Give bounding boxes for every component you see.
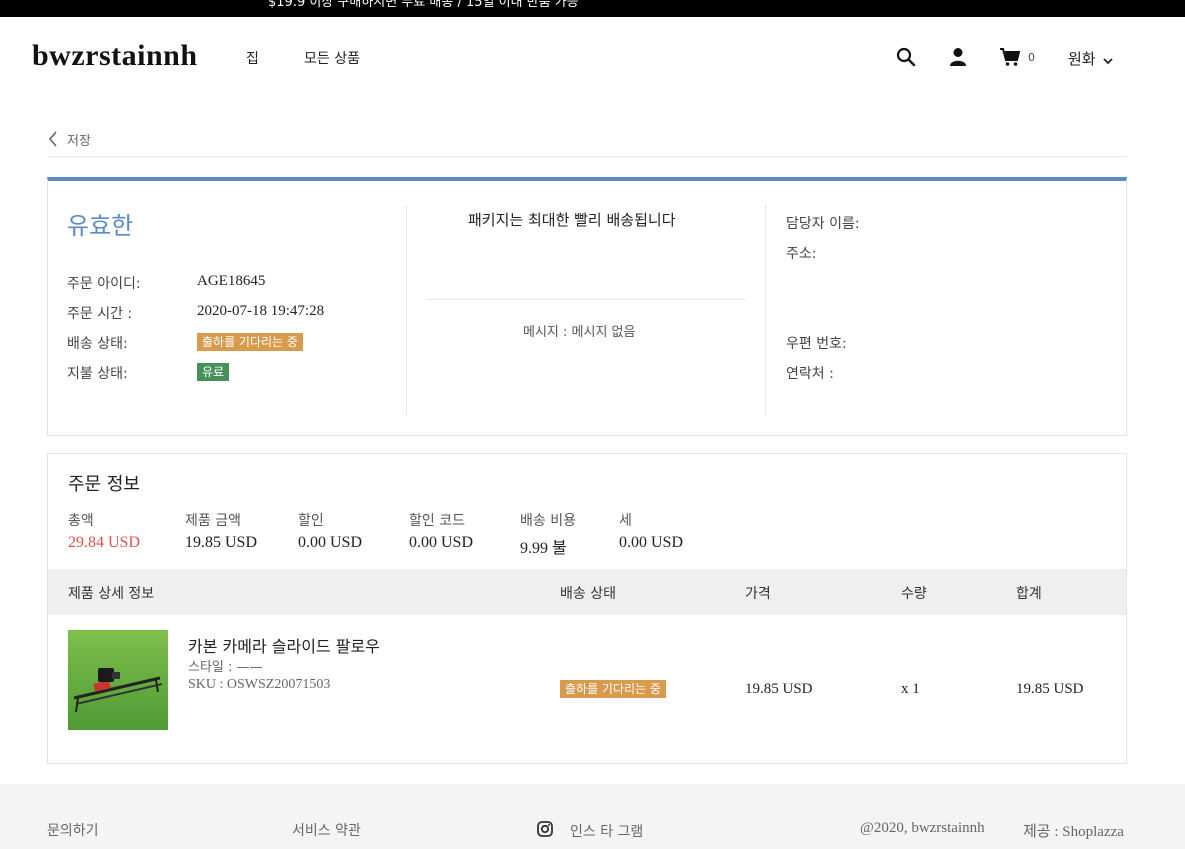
back-link[interactable]: 저장 xyxy=(67,130,91,149)
store-logo[interactable]: bwzrstainnh xyxy=(32,39,198,73)
site-footer: 문의하기 서비스 약관 인스 타 그램 @2020, bwzrstainnh 제… xyxy=(0,784,1185,849)
footer-powered-by[interactable]: 제공 : Shoplazza xyxy=(1023,820,1124,841)
product-thumbnail[interactable] xyxy=(68,630,168,730)
item-price: 19.85 USD xyxy=(745,681,813,697)
order-id-value: AGE18645 xyxy=(197,273,266,289)
summary-label-total: 총액 xyxy=(68,513,94,529)
summary-value-shipping: 9.99 불 xyxy=(520,540,567,557)
order-status-title: 유효한 xyxy=(67,212,134,240)
divider xyxy=(48,156,1127,157)
footer-link-terms[interactable]: 서비스 약관 xyxy=(292,820,361,840)
table-header: 제품 상세 정보 배송 상태 가격 수량 합계 xyxy=(48,569,1126,615)
order-time-value: 2020-07-18 19:47:28 xyxy=(197,303,325,319)
footer-link-instagram[interactable]: 인스 타 그램 xyxy=(570,821,643,841)
payment-status-badge: 유료 xyxy=(197,363,230,381)
chevron-down-icon xyxy=(1103,51,1114,69)
column-divider xyxy=(765,205,766,415)
instagram-icon[interactable] xyxy=(537,821,553,841)
summary-label-tax: 세 xyxy=(619,513,632,529)
announcement-bar: $19.9 이상 구매하시면 무료 배송 / 15일 이내 반품 가능 xyxy=(0,0,1185,17)
nav-item-home[interactable]: 집 xyxy=(246,48,259,68)
order-message: 메시지 : 메시지 없음 xyxy=(523,325,636,340)
footer-copyright: @2020, bwzrstainnh xyxy=(860,820,985,836)
summary-value-discount: 0.00 USD xyxy=(298,534,363,551)
cart-icon[interactable] xyxy=(999,47,1021,71)
item-status-badge: 출하를 기다리는 중 xyxy=(560,680,666,698)
summary-label-product-amount: 제품 금액 xyxy=(185,513,241,529)
cart-count: 0 xyxy=(1028,51,1035,64)
column-header-price: 가격 xyxy=(745,586,771,602)
column-header-status: 배송 상태 xyxy=(560,586,616,602)
product-sku: SKU : OSWSZ20071503 xyxy=(188,677,331,692)
account-icon[interactable] xyxy=(949,47,967,71)
site-header: bwzrstainnh 집 모든 상품 0 원화 xyxy=(0,17,1185,97)
summary-value-tax: 0.00 USD xyxy=(619,534,684,551)
summary-value-discount-code: 0.00 USD xyxy=(409,534,474,551)
item-quantity: x 1 xyxy=(901,681,920,697)
payment-status-label: 지불 상태: xyxy=(67,366,128,382)
announcement-text: $19.9 이상 구매하시면 무료 배송 / 15일 이내 반품 가능 xyxy=(268,0,579,10)
nav-item-all-products[interactable]: 모든 상품 xyxy=(304,48,360,68)
shipping-status-label: 배송 상태: xyxy=(67,336,128,352)
footer-link-contact[interactable]: 문의하기 xyxy=(47,820,99,840)
column-header-product: 제품 상세 정보 xyxy=(68,586,155,602)
address-label: 주소: xyxy=(786,246,817,262)
currency-selector[interactable]: 원화 xyxy=(1068,48,1114,69)
search-icon[interactable] xyxy=(896,47,916,71)
column-header-qty: 수량 xyxy=(901,586,927,602)
product-name[interactable]: 카본 카메라 슬라이드 팔로우 xyxy=(188,633,380,657)
summary-label-discount: 할인 xyxy=(298,513,324,529)
summary-value-product-amount: 19.85 USD xyxy=(185,534,258,551)
package-note: 패키지는 최대한 빨리 배송됩니다 xyxy=(468,211,676,229)
phone-label: 연락처 : xyxy=(786,366,834,382)
summary-value-total: 29.84 USD xyxy=(68,534,141,551)
order-id-label: 주문 아이디: xyxy=(67,276,141,292)
divider xyxy=(426,299,746,300)
order-info-card: 주문 정보 총액 29.84 USD 제품 금액 19.85 USD 할인 0.… xyxy=(47,453,1127,764)
back-chevron-icon[interactable] xyxy=(48,131,58,151)
shipping-status-badge: 출하를 기다리는 중 xyxy=(197,333,303,351)
column-header-total: 합계 xyxy=(1016,586,1042,602)
order-time-label: 주문 시간 : xyxy=(67,306,133,322)
product-style: 스타일 : —— xyxy=(188,660,263,675)
summary-label-discount-code: 할인 코드 xyxy=(409,513,465,529)
currency-label: 원화 xyxy=(1068,50,1096,68)
order-info-title: 주문 정보 xyxy=(68,474,140,495)
column-divider xyxy=(406,205,407,415)
item-total: 19.85 USD xyxy=(1016,681,1084,697)
zip-label: 우편 번호: xyxy=(786,336,847,352)
summary-label-shipping: 배송 비용 xyxy=(520,513,576,529)
contact-name-label: 담당자 이름: xyxy=(786,216,860,232)
order-status-card: 유효한 주문 아이디: AGE18645 주문 시간 : 2020-07-18 … xyxy=(47,177,1127,436)
